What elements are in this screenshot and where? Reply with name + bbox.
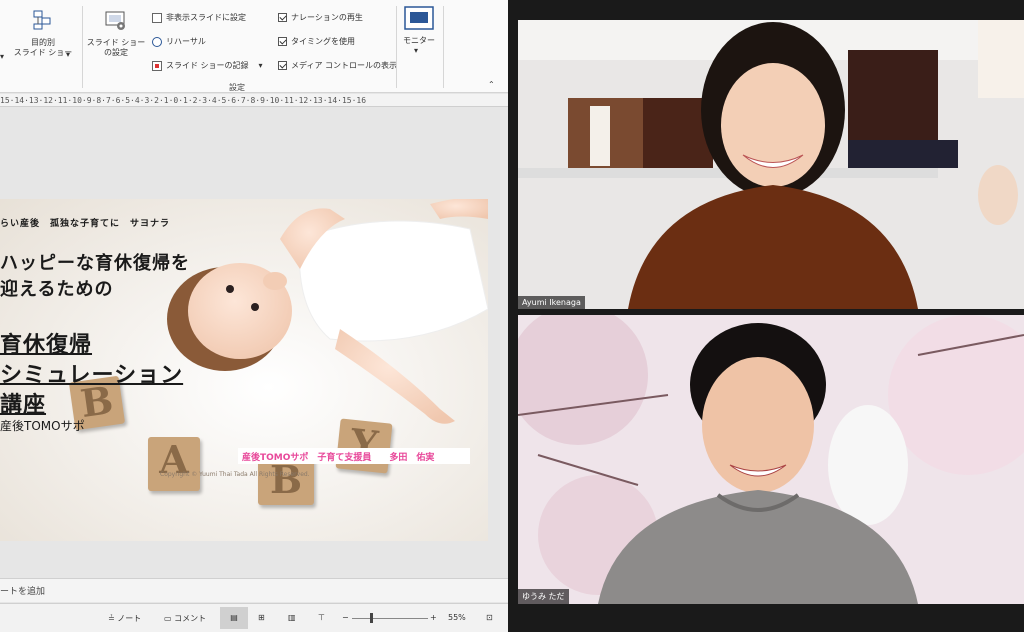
zoom-out-button[interactable]: −: [342, 613, 349, 622]
slide-headline-line2: 迎えるための: [0, 279, 114, 300]
record-icon: [152, 60, 162, 71]
normal-view-button[interactable]: ▤: [220, 607, 248, 629]
show-media-controls-checkbox[interactable]: メディア コントロールの表示: [278, 60, 397, 72]
comment-icon: ▭: [164, 614, 175, 623]
use-timings-label: タイミングを使用: [291, 37, 355, 46]
slide-sorter-icon: ⊞: [258, 613, 265, 622]
rehearse-button[interactable]: リハーサル: [152, 36, 206, 48]
wooden-block-b: B: [258, 457, 314, 505]
zoom-slider[interactable]: [352, 618, 428, 619]
notes-pane[interactable]: ートを追加: [0, 578, 508, 602]
hide-slide-label: 非表示スライドに設定: [166, 13, 246, 22]
reading-view-icon: ▥: [288, 613, 296, 622]
divider: [82, 6, 83, 88]
group-label: 設定: [229, 83, 245, 92]
divider: [443, 6, 444, 88]
chevron-down-icon: ▾: [0, 52, 5, 61]
hide-slide-button[interactable]: 非表示スライドに設定: [152, 12, 246, 24]
divider: [396, 6, 397, 88]
wooden-block-y: Y: [335, 418, 393, 474]
notes-button-label: ノート: [117, 614, 142, 623]
record-show-button[interactable]: スライド ショーの記録 ▾: [152, 60, 263, 72]
play-narration-label: ナレーションの再生: [291, 13, 363, 22]
participant-name-2: ゆうみ ただ: [518, 589, 569, 604]
checkbox-checked-icon: [278, 61, 287, 70]
chevron-down-icon: ▾: [258, 61, 263, 70]
participant-tile-1[interactable]: Ayumi Ikenaga: [518, 20, 1024, 309]
setup-show-button[interactable]: スライド ショー の設定: [86, 38, 146, 58]
rehearse-timer-icon: [152, 36, 162, 47]
participant-tile-2[interactable]: ゆうみ ただ: [518, 315, 1024, 604]
status-bar: ≟ ノート ▭ コメント ▤ ⊞ ▥ ⊤ − + 55% ⊡: [0, 603, 508, 632]
notes-toggle-button[interactable]: ≟ ノート: [108, 613, 141, 624]
hide-slide-icon: [152, 12, 162, 23]
fit-to-window-icon[interactable]: ⊡: [486, 613, 493, 622]
slide-tagline: らい産後 孤独な子育てに サヨナラ: [0, 219, 171, 229]
chevron-down-icon: ▾: [66, 50, 71, 59]
play-narration-checkbox[interactable]: ナレーションの再生: [278, 12, 363, 24]
collapse-ribbon-icon[interactable]: ⌃: [488, 80, 495, 90]
slide-title-line3: 講座: [0, 393, 47, 418]
participant-video-1: [518, 20, 1024, 309]
horizontal-ruler: 15·14·13·12·11·10·9·8·7·6·5·4·3·2·1·0·1·…: [0, 94, 508, 107]
record-label: スライド ショーの記録: [166, 61, 249, 70]
zoom-level[interactable]: 55%: [448, 613, 466, 622]
checkbox-checked-icon: [278, 37, 287, 46]
slide-headline-line1: ハッピーな育休復帰を: [0, 253, 190, 274]
normal-view-icon: ▤: [230, 613, 238, 622]
zoom-in-button[interactable]: +: [430, 613, 437, 622]
comments-button[interactable]: ▭ コメント: [164, 613, 206, 624]
monitor-icon: [404, 6, 434, 34]
zoom-slider-thumb[interactable]: [370, 613, 373, 623]
slide-sorter-view-button[interactable]: ⊞: [258, 613, 265, 622]
checkbox-checked-icon: [278, 13, 287, 22]
slide-title-line2: シミュレーション: [0, 363, 184, 388]
participant-name-1: Ayumi Ikenaga: [518, 296, 585, 309]
notes-icon: ≟: [108, 614, 118, 623]
use-timings-checkbox[interactable]: タイミングを使用: [278, 36, 355, 48]
slide-title-line1: 育休復帰: [0, 333, 93, 358]
video-call-panel: Ayumi Ikenaga ゆうみ ただ: [508, 0, 1024, 632]
custom-show-icon: [32, 10, 52, 34]
slide-org-name: 産後TOMOサポ: [0, 419, 85, 433]
slideshow-view-button[interactable]: ⊤: [318, 613, 325, 622]
slide-copyright: Copyright © Yuumi Thai Tada All Rights R…: [160, 471, 310, 478]
comments-button-label: コメント: [174, 614, 207, 623]
participant-video-2: [518, 315, 1024, 604]
slideshow-icon: ⊤: [318, 613, 325, 622]
notes-placeholder: ートを追加: [0, 587, 46, 597]
monitor-button[interactable]: モニター: [400, 36, 438, 46]
show-media-controls-label: メディア コントロールの表示: [291, 61, 397, 70]
reading-view-button[interactable]: ▥: [288, 613, 296, 622]
slide-canvas[interactable]: B A B Y らい産後 孤独な子育てに サヨナラ ハッピーな育休復帰を 迎える…: [0, 199, 488, 541]
rehearse-label: リハーサル: [166, 37, 206, 46]
setup-show-icon: [105, 10, 127, 36]
powerpoint-window: 目的別 スライド ショー ▾ スライド ショー の設定 非表示スライドに設定 リ…: [0, 0, 508, 632]
wooden-block-a: A: [148, 437, 200, 491]
slide-presenter: 産後TOMOサポ 子育て支援員 多田 佑実: [238, 448, 470, 464]
ribbon-slideshow-tab: 目的別 スライド ショー ▾ スライド ショー の設定 非表示スライドに設定 リ…: [0, 0, 508, 93]
chevron-down-icon: ▾: [414, 46, 419, 55]
